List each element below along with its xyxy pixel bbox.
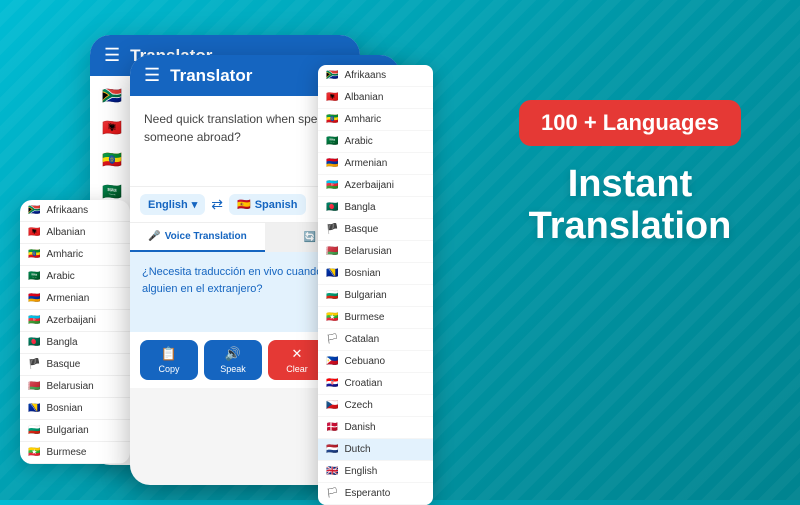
copy-button[interactable]: 📋 Copy (140, 340, 198, 380)
speak-label: Speak (220, 364, 246, 374)
dropdown-item[interactable]: 🇦🇿Azerbaijani (318, 175, 433, 197)
clear-label: Clear (286, 364, 308, 374)
list-item[interactable]: 🇦🇱Albanian (20, 222, 130, 244)
target-lang-label: Spanish (255, 199, 298, 211)
copy-icon: 📋 (161, 346, 177, 362)
right-panel: 100 + Languages Instant Translation (500, 100, 760, 248)
source-lang-button[interactable]: English ▾ (140, 194, 205, 215)
dropdown-item[interactable]: 🇸🇦Arabic (318, 131, 433, 153)
dropdown-item[interactable]: 🇬🇧English (318, 461, 433, 483)
dropdown-item[interactable]: 🏳Esperanto (318, 483, 433, 505)
hamburger-icon[interactable]: ☰ (104, 45, 120, 66)
copy-label: Copy (158, 364, 179, 374)
list-item[interactable]: 🇸🇦Arabic (20, 266, 130, 288)
swap-icon[interactable]: ⇄ (211, 196, 223, 213)
list-item[interactable]: 🇧🇾Belarusian (20, 376, 130, 398)
speak-icon: 🔊 (225, 346, 241, 362)
list-item[interactable]: 🇪🇹Amharic (20, 244, 130, 266)
source-lang-label: English (148, 199, 188, 211)
translate-icon: 🔄 (304, 232, 316, 243)
dropdown-item[interactable]: 🇧🇦Bosnian (318, 263, 433, 285)
dropdown-language-list: 🇿🇦Afrikaans 🇦🇱Albanian 🇪🇹Amharic 🇸🇦Arabi… (318, 65, 433, 505)
dropdown-item[interactable]: 🇲🇲Burmese (318, 307, 433, 329)
dropdown-item[interactable]: 🇧🇩Bangla (318, 197, 433, 219)
list-item[interactable]: 🇧🇩Bangla (20, 332, 130, 354)
dropdown-item-dutch[interactable]: 🇳🇱Dutch (318, 439, 433, 461)
chevron-down-icon: ▾ (192, 198, 198, 211)
list-item[interactable]: 🏴Basque (20, 354, 130, 376)
list-item[interactable]: 🇦🇲Armenian (20, 288, 130, 310)
dropdown-item[interactable]: 🇦🇱Albanian (318, 87, 433, 109)
dropdown-item[interactable]: 🇵🇭Cebuano (318, 351, 433, 373)
hamburger-icon-front[interactable]: ☰ (144, 65, 160, 86)
dropdown-item[interactable]: 🇧🇬Bulgarian (318, 285, 433, 307)
dropdown-item[interactable]: 🏴Basque (318, 219, 433, 241)
speak-button[interactable]: 🔊 Speak (204, 340, 262, 380)
languages-badge: 100 + Languages (519, 100, 741, 146)
instant-title: Instant Translation (500, 164, 760, 248)
clear-icon: ✕ (292, 346, 303, 362)
dropdown-item[interactable]: 🇭🇷Croatian (318, 373, 433, 395)
list-item[interactable]: 🇦🇿Azerbaijani (20, 310, 130, 332)
list-item[interactable]: 🇿🇦Afrikaans (20, 200, 130, 222)
tab-voice-label: Voice Translation (165, 231, 247, 242)
target-lang-button[interactable]: 🇪🇸 Spanish (229, 194, 306, 215)
list-item[interactable]: 🇧🇦Bosnian (20, 398, 130, 420)
list-item[interactable]: 🇲🇲Burmese (20, 442, 130, 464)
target-lang-flag: 🇪🇸 (237, 198, 251, 211)
left-language-list: 🇿🇦Afrikaans 🇦🇱Albanian 🇪🇹Amharic 🇸🇦Arabi… (20, 200, 130, 464)
dropdown-item[interactable]: 🇩🇰Danish (318, 417, 433, 439)
dropdown-item[interactable]: 🇪🇹Amharic (318, 109, 433, 131)
dropdown-item[interactable]: 🇧🇾Belarusian (318, 241, 433, 263)
mic-icon: 🎤 (148, 231, 160, 242)
dropdown-item[interactable]: 🇿🇦Afrikaans (318, 65, 433, 87)
front-app-title: Translator (170, 66, 252, 86)
tab-voice-translation[interactable]: 🎤 Voice Translation (130, 223, 265, 252)
list-item[interactable]: 🇧🇬Bulgarian (20, 420, 130, 442)
dropdown-item[interactable]: 🇦🇲Armenian (318, 153, 433, 175)
dropdown-item[interactable]: 🇨🇿Czech (318, 395, 433, 417)
dropdown-item[interactable]: 🏳Catalan (318, 329, 433, 351)
